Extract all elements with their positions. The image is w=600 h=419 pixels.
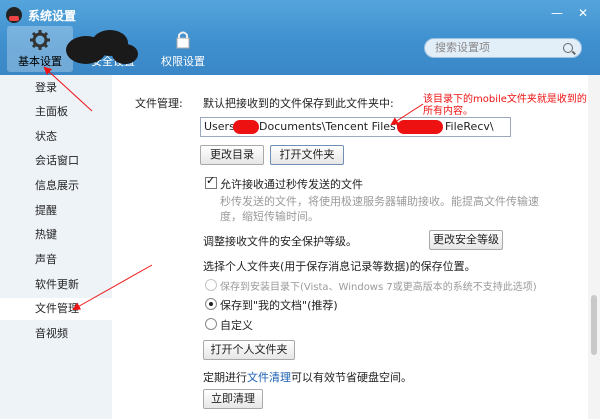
arrow-to-file-management — [72, 264, 153, 310]
annotation-arrows — [43, 66, 424, 310]
arrow-to-basic-settings — [43, 66, 93, 112]
arrow-to-save-path — [390, 103, 424, 126]
